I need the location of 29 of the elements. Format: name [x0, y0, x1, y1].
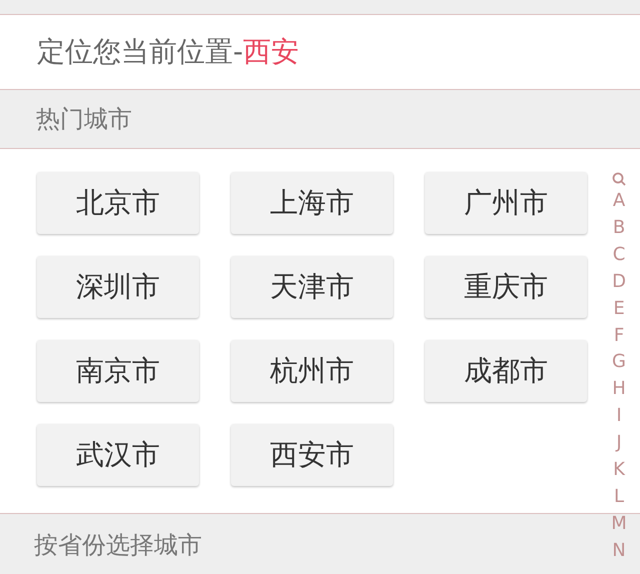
city-button[interactable]: 深圳市	[37, 256, 199, 318]
city-button[interactable]: 成都市	[425, 340, 587, 402]
section-header: 热门城市	[36, 104, 132, 135]
city-button[interactable]: 武汉市	[37, 424, 199, 486]
index-letter[interactable]: F	[614, 322, 624, 350]
search-icon[interactable]	[612, 172, 626, 186]
city-button[interactable]: 西安市	[231, 424, 393, 486]
index-letter[interactable]: D	[612, 268, 626, 296]
index-letter[interactable]: I	[616, 403, 622, 430]
city-button[interactable]: 杭州市	[231, 340, 393, 402]
city-button[interactable]: 上海市	[231, 172, 393, 234]
index-letter[interactable]: J	[616, 430, 622, 458]
index-letter[interactable]: H	[612, 376, 626, 404]
index-letter[interactable]: L	[614, 484, 624, 511]
index-letter[interactable]: M	[611, 510, 627, 538]
section-header: 按省份选择城市	[34, 530, 202, 560]
index-letter[interactable]: C	[612, 242, 626, 269]
city-button[interactable]: 南京市	[37, 340, 199, 402]
index-letter[interactable]: K	[613, 457, 625, 484]
city-button[interactable]: 天津市	[231, 256, 393, 318]
city-button[interactable]: 广州市	[425, 172, 587, 234]
city-button[interactable]: 重庆市	[425, 256, 587, 318]
location-text: 定位您当前位置-西安	[37, 34, 300, 70]
index-letter[interactable]: N	[612, 538, 626, 565]
city-button[interactable]: 北京市	[37, 172, 199, 234]
index-letter[interactable]: G	[612, 349, 626, 376]
index-letter[interactable]: E	[613, 296, 625, 323]
index-letter[interactable]: A	[612, 188, 626, 215]
index-letter[interactable]: B	[612, 214, 626, 242]
